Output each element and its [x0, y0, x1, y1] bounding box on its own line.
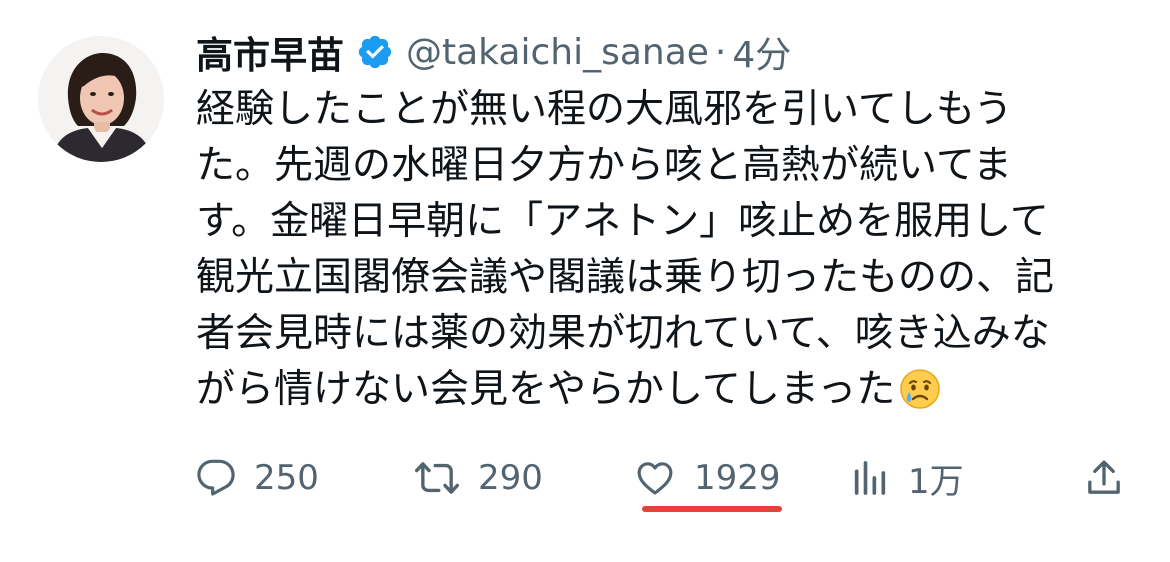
- tweet[interactable]: 高市早苗 @takaichi_sanae · 4分 経験したことが無い程の大風邪…: [0, 0, 1170, 562]
- retweet-icon: [414, 462, 460, 494]
- display-name[interactable]: 高市早苗: [196, 25, 344, 79]
- verified-badge-icon[interactable]: [356, 33, 394, 71]
- retweet-button[interactable]: 290: [414, 448, 543, 508]
- profile-photo-icon: [38, 36, 164, 162]
- tweet-text-line: 観光立国閣僚会議や閣議は乗り切ったものの、記: [196, 255, 1055, 300]
- like-highlight-underline: [642, 506, 782, 512]
- share-button[interactable]: [1084, 448, 1124, 508]
- handle[interactable]: @takaichi_sanae: [406, 32, 709, 73]
- tweet-actions: 250 290 1929 1万: [196, 448, 1136, 508]
- retweet-count: 290: [478, 458, 543, 498]
- reply-count: 250: [254, 458, 319, 498]
- views-count: 1万: [908, 461, 964, 502]
- views-chart-icon: [854, 461, 886, 495]
- tweet-text-line: た。先週の水曜日夕方から咳と高熱が続いてま: [196, 143, 1012, 188]
- crying-face-emoji-icon: [899, 368, 941, 410]
- separator-dot: ·: [714, 31, 727, 73]
- timestamp[interactable]: 4分: [732, 26, 791, 78]
- tweet-text: 経験したことが無い程の大風邪を引いてしもう た。先週の水曜日夕方から咳と高熱が続…: [196, 82, 1136, 418]
- tweet-text-line: がら情けない会見をやらかしてしまった: [196, 367, 896, 412]
- tweet-text-line: 経験したことが無い程の大風邪を引いてしもう: [196, 87, 1013, 132]
- share-icon: [1088, 460, 1120, 494]
- like-button[interactable]: 1929: [634, 448, 781, 508]
- tweet-header: 高市早苗 @takaichi_sanae · 4分: [196, 26, 791, 78]
- tweet-text-line: 者会見時には薬の効果が切れていて、咳き込みな: [196, 311, 1050, 356]
- avatar[interactable]: [38, 36, 164, 162]
- reply-icon: [197, 459, 235, 496]
- heart-icon: [637, 462, 673, 495]
- tweet-text-line-last: がら情けない会見をやらかしてしまった: [196, 362, 1136, 418]
- like-count: 1929: [694, 458, 781, 498]
- tweet-text-line: す。金曜日早朝に「アネトン」咳止めを服用して: [196, 199, 1049, 244]
- views-button[interactable]: 1万: [850, 448, 964, 508]
- reply-button[interactable]: 250: [196, 448, 319, 508]
